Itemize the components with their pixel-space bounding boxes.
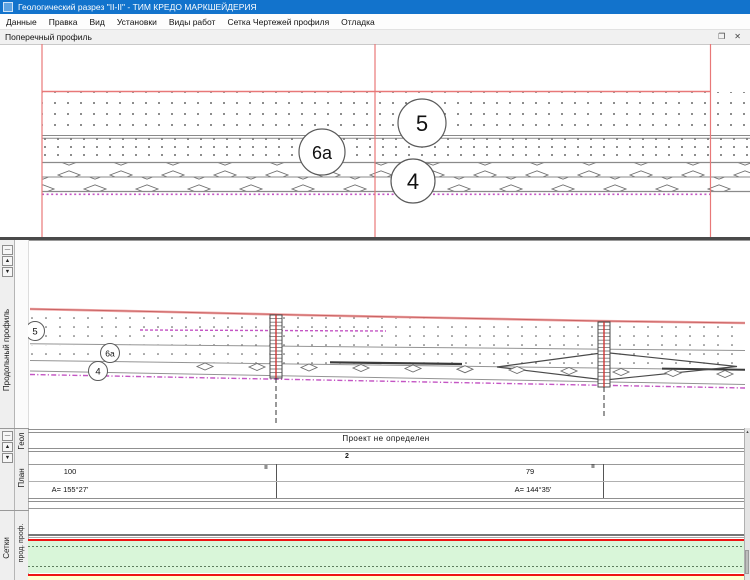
scroll-up-icon[interactable]: ▲: [745, 429, 750, 434]
azimuth-value-1[interactable]: А= 155°27': [52, 485, 89, 494]
cross-section-canvas[interactable]: 5 6а 4: [0, 44, 750, 237]
table-border-line: [28, 498, 745, 499]
title-bar: Геологический разрез "II-II" - ТИМ КРЕДО…: [0, 0, 750, 14]
scroll-down-button-2[interactable]: ▼: [2, 453, 13, 463]
table-border-line: [28, 481, 745, 482]
profile-callout-6a-label: 6а: [105, 349, 115, 359]
section-divider: [0, 510, 29, 511]
sidebar-label-geology: Геол: [17, 429, 27, 453]
collapse-button-2[interactable]: —: [2, 431, 13, 441]
collapse-button[interactable]: —: [2, 245, 13, 255]
profile-callout-6a[interactable]: 6а: [101, 344, 120, 363]
sidebar-label-longitudinal-profile: Продольный профиль: [2, 305, 12, 395]
layer-callout-4[interactable]: 4: [391, 159, 435, 203]
menu-item-profile-sheets-grid[interactable]: Сетка Чертежей профиля: [227, 17, 329, 27]
app-icon: [3, 2, 13, 12]
close-icon[interactable]: ✕: [734, 31, 741, 43]
profile-callout-5[interactable]: 5: [28, 322, 45, 341]
layer-callout-5[interactable]: 5: [398, 99, 446, 147]
table-border-line: [28, 464, 745, 466]
grid-dashed-line: [28, 546, 745, 547]
menu-item-work-types[interactable]: Виды работ: [169, 17, 216, 27]
profile-callout-4[interactable]: 4: [89, 362, 108, 381]
station-marker-icon: ≣: [264, 466, 268, 471]
table-border-line: [28, 448, 745, 449]
table-border-line: [28, 508, 745, 510]
app-window: Геологический разрез "II-II" - ТИМ КРЕДО…: [0, 0, 750, 580]
scroll-down-button[interactable]: ▼: [2, 267, 13, 277]
menu-item-data[interactable]: Данные: [6, 17, 37, 27]
table-border-line: [28, 501, 745, 502]
layer-callout-4-label: 4: [407, 169, 419, 194]
grid-yellow-strip: [28, 576, 745, 580]
grids-section-border: [28, 534, 745, 536]
table-border-line: [28, 429, 745, 430]
borehole-column-1[interactable]: [270, 315, 282, 424]
layer-callout-5-label: 5: [416, 111, 428, 136]
table-border-line: [28, 432, 745, 433]
station-marker-icon: ≣: [591, 465, 595, 470]
menu-item-debug[interactable]: Отладка: [341, 17, 375, 27]
scrollbar-thumb[interactable]: [745, 550, 749, 574]
layer-callout-6a[interactable]: 6а: [299, 129, 345, 175]
azimuth-value-2[interactable]: А= 144°35': [515, 485, 552, 494]
menu-bar: Данные Правка Вид Установки Виды работ С…: [0, 14, 750, 30]
profile-callout-5-label: 5: [32, 327, 37, 338]
profile-left-gutter: [15, 240, 29, 428]
menu-item-view[interactable]: Вид: [89, 17, 104, 27]
project-status-text[interactable]: Проект не определен: [342, 434, 429, 443]
distance-value-2[interactable]: 79: [526, 467, 534, 476]
cross-section-panel-header: Поперечный профиль ❐ ✕: [0, 30, 750, 45]
grid-dashed-line: [28, 566, 745, 567]
borehole-column-2[interactable]: [598, 322, 610, 416]
profile-soil-patterns: [30, 311, 745, 369]
distance-value-1[interactable]: 100: [64, 467, 77, 476]
scroll-up-button-2[interactable]: ▲: [2, 442, 13, 452]
panel-title: Поперечный профиль: [5, 32, 718, 42]
float-window-icon[interactable]: ❐: [718, 31, 725, 43]
scroll-up-button[interactable]: ▲: [2, 256, 13, 266]
plan-row-number[interactable]: 2: [345, 453, 349, 460]
longitudinal-profile-canvas[interactable]: 5 6а 4: [28, 240, 750, 428]
grids-section-border: [28, 537, 745, 538]
sidebar-label-long-profile-grid: прод. проф.: [17, 518, 27, 568]
sidebar-label-grids: Сетки: [2, 533, 12, 563]
menu-item-settings[interactable]: Установки: [117, 17, 157, 27]
table-border-line: [28, 451, 745, 452]
left-control-strip: [0, 240, 15, 580]
window-title: Геологический разрез "II-II" - ТИМ КРЕДО…: [18, 2, 257, 12]
layer-callout-6a-label: 6а: [312, 143, 333, 163]
profile-callout-4-label: 4: [95, 367, 100, 378]
sidebar-label-plan: План: [17, 465, 27, 491]
menu-item-edit[interactable]: Правка: [49, 17, 78, 27]
